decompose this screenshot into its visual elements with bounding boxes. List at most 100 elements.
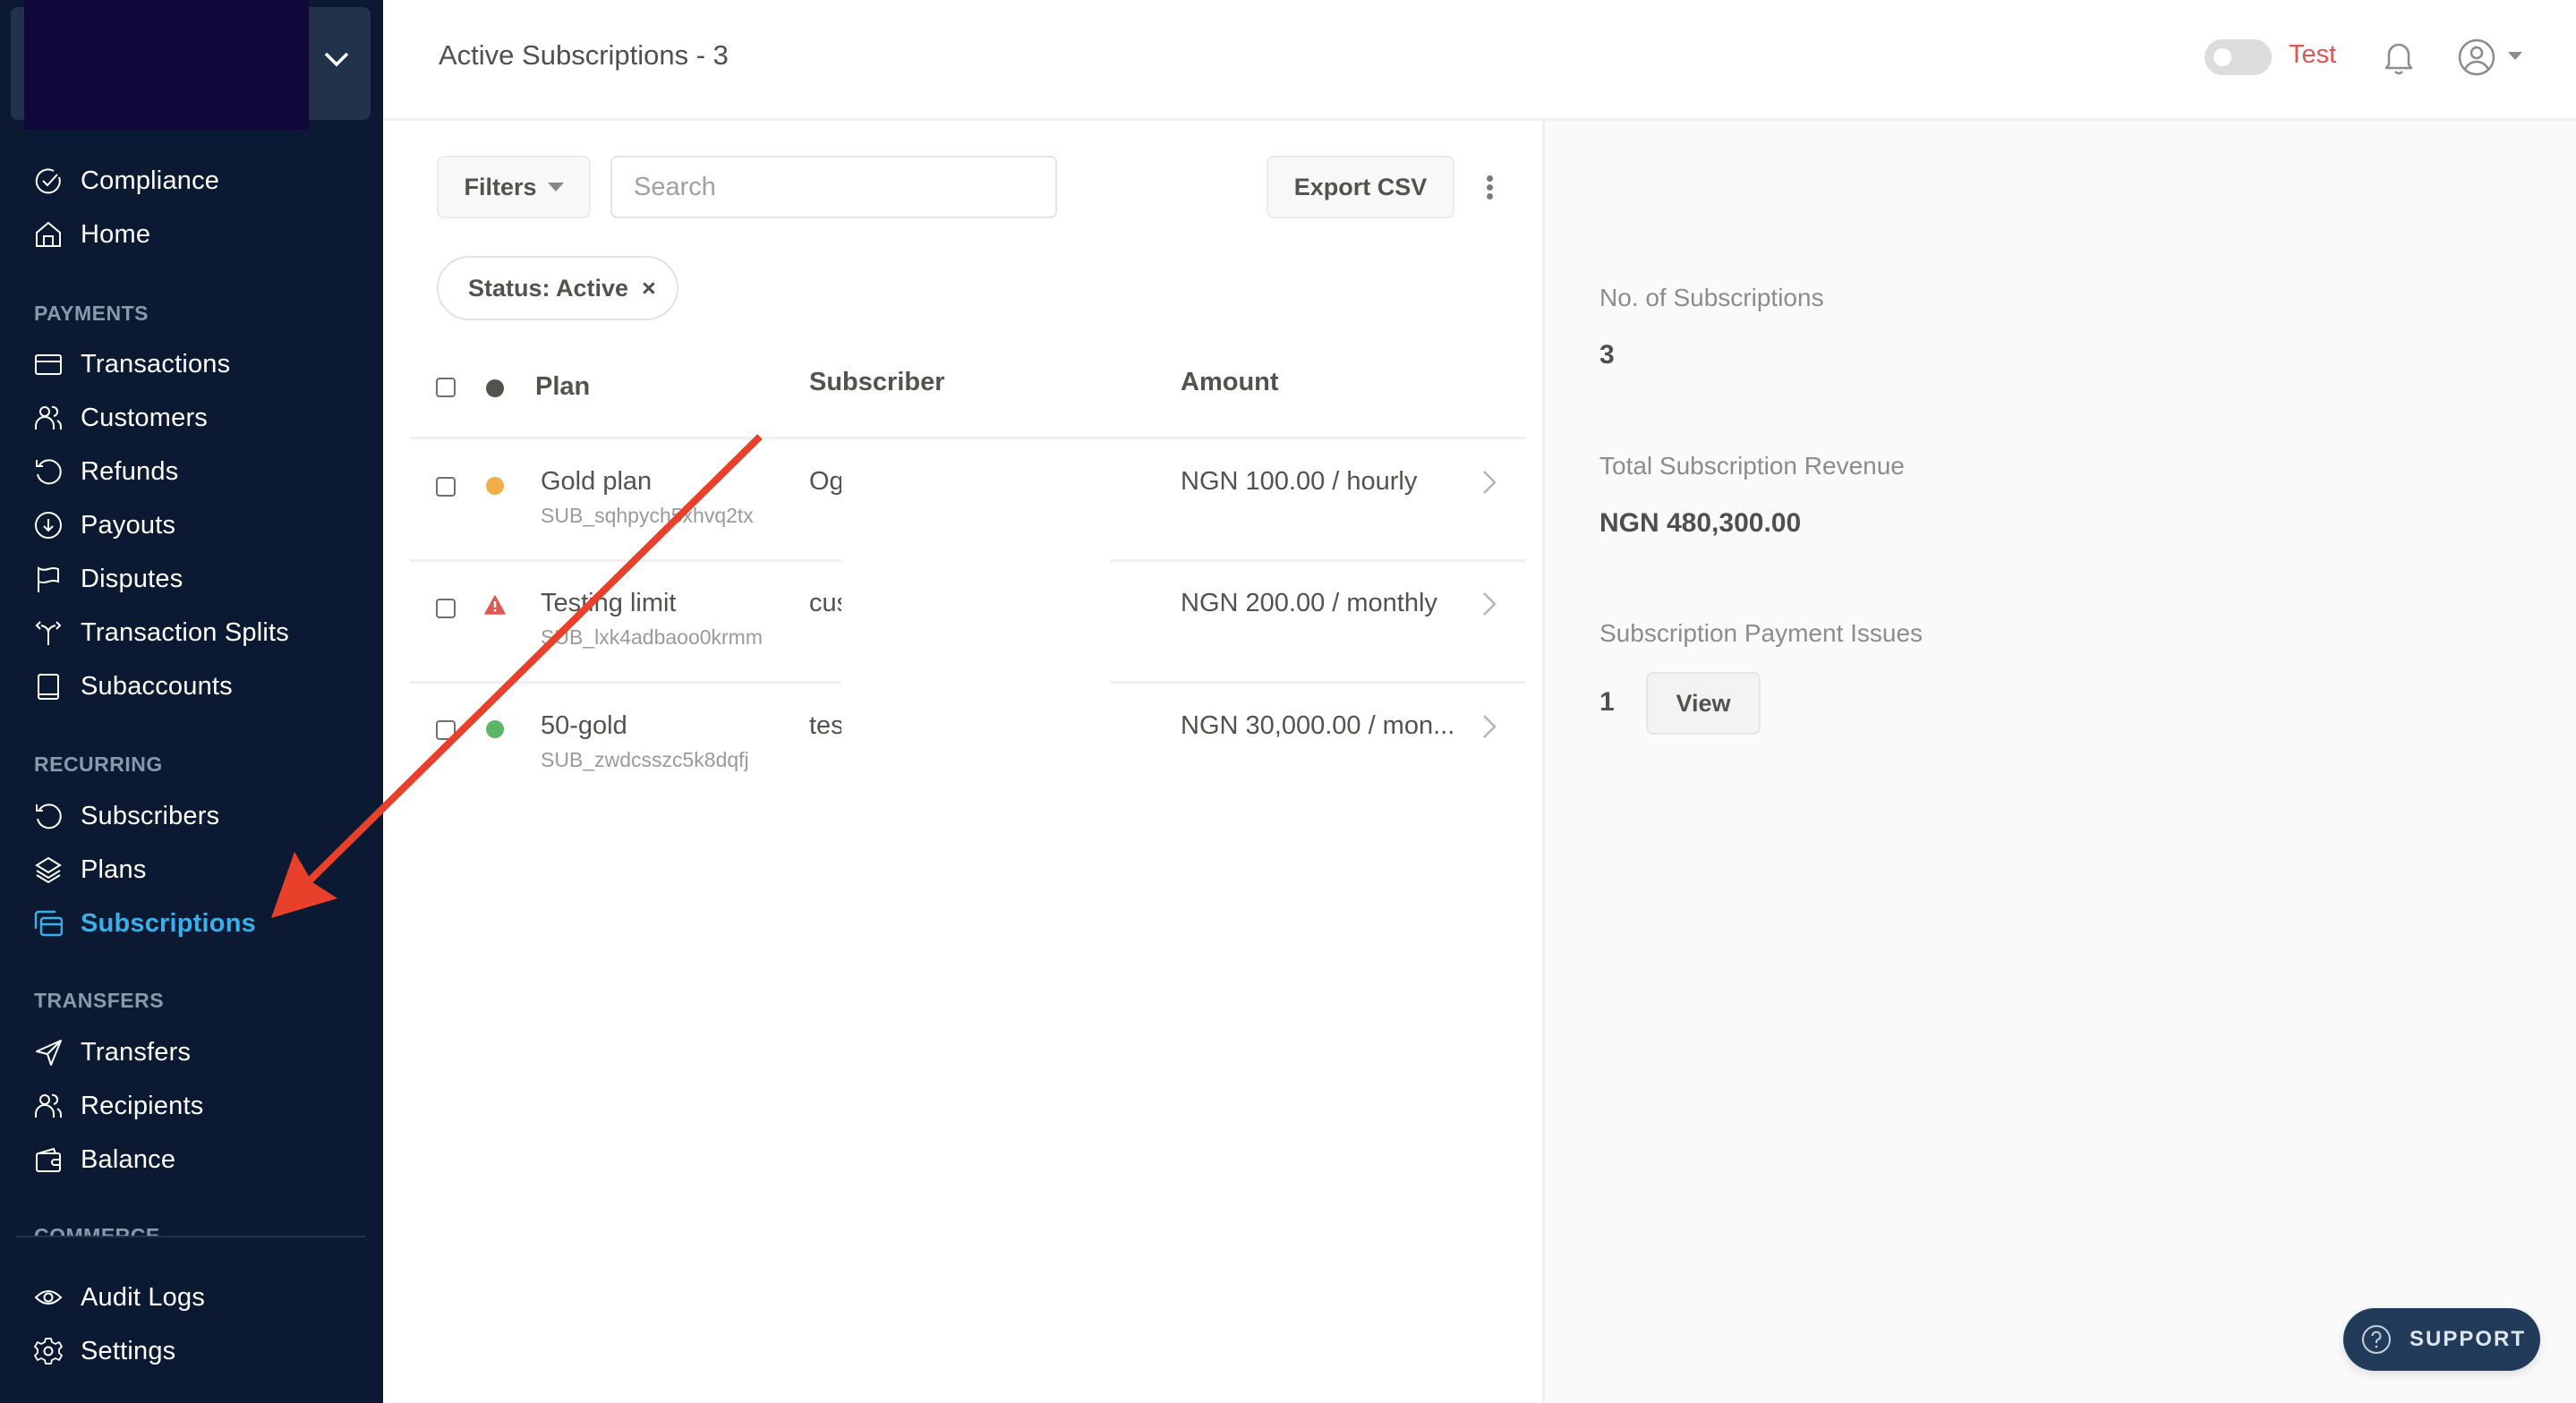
filters-button[interactable]: Filters xyxy=(437,156,591,218)
sidebar-item-plans[interactable]: Plans xyxy=(34,850,147,889)
gear-icon xyxy=(34,1338,63,1365)
subscription-count-value: 3 xyxy=(1599,340,1615,370)
layers-icon xyxy=(35,856,62,884)
subscription-count-label: No. of Subscriptions xyxy=(1599,284,1824,311)
sidebar-item-label: Plans xyxy=(81,855,147,884)
amount: NGN 200.00 / monthly xyxy=(1181,589,1437,617)
view-issues-button[interactable]: View xyxy=(1646,672,1761,735)
book-icon xyxy=(38,674,59,700)
sidebar-item-compliance[interactable]: Compliance xyxy=(34,161,219,200)
column-header-amount[interactable]: Amount xyxy=(1181,368,1279,397)
export-csv-button[interactable]: Export CSV xyxy=(1267,156,1454,218)
chevron-right-icon[interactable] xyxy=(1481,713,1497,740)
status-column-dot xyxy=(486,379,504,397)
section-title-commerce-clipped: COMMERCE xyxy=(34,1224,160,1236)
sidebar-item-label: Transactions xyxy=(81,349,231,378)
plan-name: Gold plan xyxy=(541,467,653,496)
subscription-code: SUB_lxk4adbaoo0krmm xyxy=(541,625,763,649)
flag-icon xyxy=(38,566,59,592)
sidebar-item-label: Subscribers xyxy=(81,801,220,830)
section-title-transfers: TRANSFERS xyxy=(34,989,165,1012)
warning-icon xyxy=(484,595,506,615)
bell-icon[interactable] xyxy=(2381,38,2417,79)
user-avatar-icon[interactable] xyxy=(2457,38,2496,77)
business-logo-redacted xyxy=(24,0,309,130)
sidebar-item-subscribers[interactable]: Subscribers xyxy=(34,796,219,836)
sidebar-item-label: Customers xyxy=(81,403,208,432)
revenue-value: NGN 480,300.00 xyxy=(1599,508,1802,538)
sidebar-item-label: Subscriptions xyxy=(81,908,256,938)
wallet-icon xyxy=(36,1147,61,1172)
amount: NGN 100.00 / hourly xyxy=(1181,467,1418,496)
chevron-right-icon[interactable] xyxy=(1481,591,1497,617)
sidebar-item-balance[interactable]: Balance xyxy=(34,1140,175,1179)
subscriber-name: cus xyxy=(809,589,841,617)
page-title: Active Subscriptions - 3 xyxy=(439,39,729,71)
sidebar-item-label: Transfers xyxy=(81,1037,192,1067)
status-dot-active xyxy=(486,720,504,738)
sidebar-item-label: Refunds xyxy=(81,456,179,486)
search-input[interactable] xyxy=(610,156,1057,218)
refresh-icon xyxy=(36,804,62,829)
support-button[interactable]: SUPPORT xyxy=(2343,1308,2540,1371)
sidebar-item-refunds[interactable]: Refunds xyxy=(34,452,178,491)
close-icon[interactable]: × xyxy=(642,275,656,302)
test-mode-toggle[interactable] xyxy=(2205,39,2272,75)
row-checkbox[interactable] xyxy=(436,720,456,740)
sidebar-item-label: Transaction Splits xyxy=(81,617,290,647)
table-row[interactable] xyxy=(410,439,1525,560)
row-checkbox[interactable] xyxy=(436,599,456,618)
caret-down-icon xyxy=(547,183,564,191)
payment-issues-label: Subscription Payment Issues xyxy=(1599,619,1923,647)
sidebar-item-transfers[interactable]: Transfers xyxy=(34,1033,191,1072)
amount: NGN 30,000.00 / mon... xyxy=(1181,711,1455,740)
sidebar-item-subscriptions[interactable]: Subscriptions xyxy=(34,904,256,943)
eye-icon xyxy=(34,1290,63,1305)
sidebar-item-audit-logs[interactable]: Audit Logs xyxy=(34,1278,205,1317)
subscription-code: SUB_sqhpych5xhvq2tx xyxy=(541,504,754,527)
arrow-down-circle-icon xyxy=(35,512,62,539)
chevron-down-icon[interactable] xyxy=(320,47,353,73)
sidebar-item-label: Subaccounts xyxy=(81,671,233,701)
sidebar-item-label: Recipients xyxy=(81,1091,204,1120)
sidebar-item-payouts[interactable]: Payouts xyxy=(34,506,175,545)
section-title-recurring: RECURRING xyxy=(34,753,163,776)
credit-card-icon xyxy=(35,354,62,375)
column-header-plan[interactable]: Plan xyxy=(535,372,590,402)
sidebar-item-settings[interactable]: Settings xyxy=(34,1331,175,1371)
users-icon xyxy=(35,405,63,429)
caret-down-icon[interactable] xyxy=(2508,52,2522,60)
sidebar-item-transaction-splits[interactable]: Transaction Splits xyxy=(34,613,289,652)
sidebar-item-disputes[interactable]: Disputes xyxy=(34,559,183,599)
sidebar-item-label: Disputes xyxy=(81,564,183,593)
refresh-icon xyxy=(36,459,62,485)
sidebar-item-transactions[interactable]: Transactions xyxy=(34,344,230,384)
sidebar-item-label: Settings xyxy=(81,1336,176,1365)
help-circle-icon xyxy=(2362,1325,2391,1354)
cards-icon xyxy=(34,910,63,937)
table-row[interactable] xyxy=(410,562,1525,683)
more-options-icon[interactable] xyxy=(1482,175,1497,202)
select-all-checkbox[interactable] xyxy=(436,378,456,397)
payment-issues-value: 1 xyxy=(1599,687,1615,717)
split-icon xyxy=(35,621,62,645)
sidebar-item-label: Compliance xyxy=(81,166,220,195)
row-checkbox[interactable] xyxy=(436,477,456,497)
sidebar-item-customers[interactable]: Customers xyxy=(34,398,208,438)
sidebar-item-subaccounts[interactable]: Subaccounts xyxy=(34,667,233,706)
subscriber-name: tes xyxy=(809,711,841,740)
sidebar-item-label: Payouts xyxy=(81,510,176,540)
subscription-code: SUB_zwdcsszc5k8dqfj xyxy=(541,748,749,771)
sidebar-item-label: Balance xyxy=(81,1144,176,1174)
check-circle-icon xyxy=(35,168,61,194)
plan-name: Testing limit xyxy=(541,589,677,617)
subscriber-name: Og xyxy=(809,467,841,496)
send-icon xyxy=(36,1040,62,1066)
chevron-right-icon[interactable] xyxy=(1481,469,1497,496)
column-header-subscriber[interactable]: Subscriber xyxy=(809,368,945,397)
table-row[interactable] xyxy=(410,684,1525,804)
sidebar-item-home[interactable]: Home xyxy=(34,215,150,254)
sidebar-item-recipients[interactable]: Recipients xyxy=(34,1086,203,1126)
sidebar: Compliance Home PAYMENTS Transactions Cu… xyxy=(0,0,383,1403)
active-filter-chip: Status: Active × xyxy=(437,256,678,320)
